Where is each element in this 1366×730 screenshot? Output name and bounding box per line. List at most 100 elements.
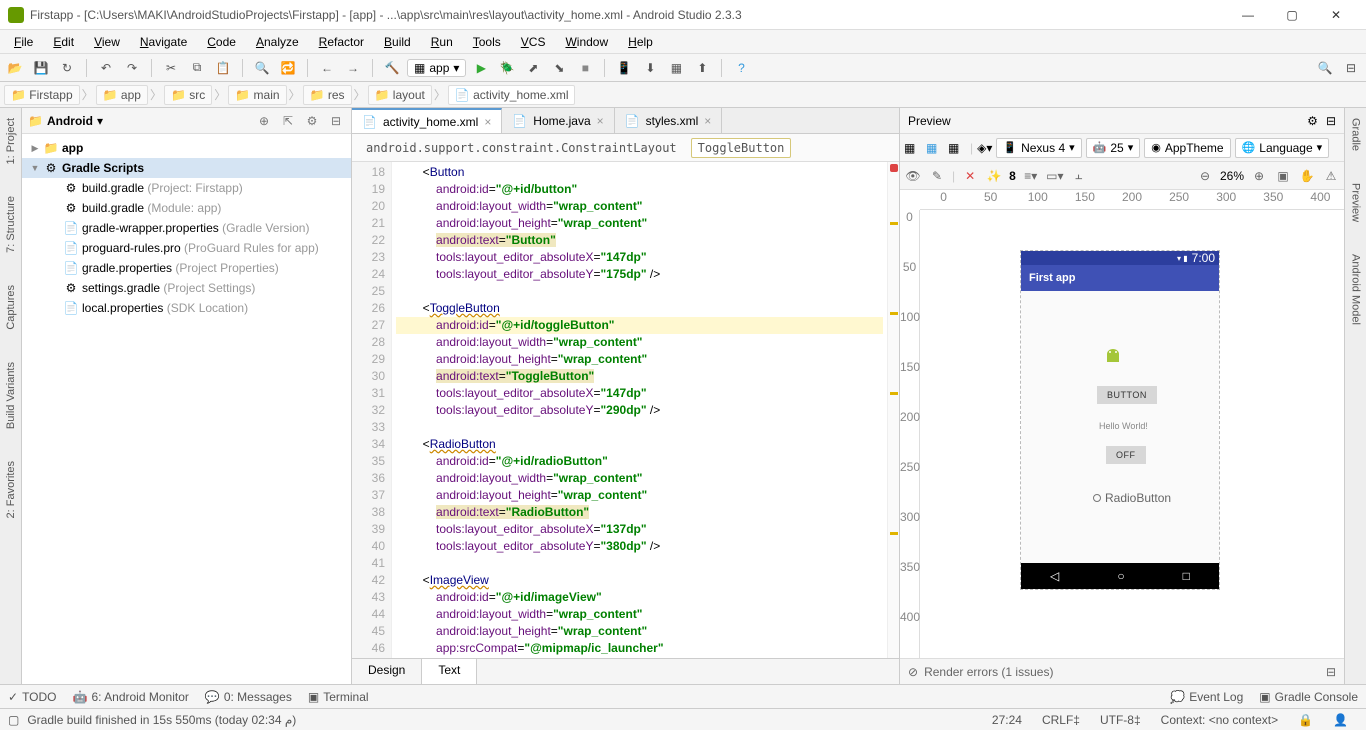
breadcrumb-item[interactable]: 📁 Firstapp [4, 85, 80, 105]
tab-gradle-console[interactable]: ▣ Gradle Console [1259, 690, 1358, 704]
warnings-icon[interactable]: ⚠ [1322, 167, 1340, 185]
menu-file[interactable]: File [4, 32, 43, 52]
both-icon[interactable]: ▦ [948, 141, 966, 155]
tab-terminal[interactable]: ▣ Terminal [308, 690, 369, 704]
tree-item[interactable]: 📄proguard-rules.pro (ProGuard Rules for … [22, 238, 351, 258]
path-segment[interactable]: android.support.constraint.ConstraintLay… [360, 139, 683, 157]
copy-icon[interactable]: ⧉ [186, 57, 208, 79]
back-icon[interactable]: ← [316, 57, 338, 79]
tab-event-log[interactable]: 💭 Event Log [1170, 690, 1243, 704]
tree-item[interactable]: 📄gradle-wrapper.properties (Gradle Versi… [22, 218, 351, 238]
collapse-icon[interactable]: ⊟ [1340, 57, 1362, 79]
menu-vcs[interactable]: VCS [511, 32, 556, 52]
sidetab-buildvariants[interactable]: Build Variants [3, 356, 19, 435]
undo-icon[interactable]: ↶ [95, 57, 117, 79]
zoom-out-icon[interactable]: ⊖ [1196, 167, 1214, 185]
blueprint-icon[interactable]: ▦ [926, 141, 944, 155]
warning-marker[interactable] [890, 312, 898, 315]
breadcrumb-item[interactable]: 📁 src [164, 85, 212, 105]
zoom-in-icon[interactable]: ⊕ [1250, 167, 1268, 185]
language-dropdown[interactable]: 🌐Language▾ [1235, 138, 1330, 158]
attach-icon[interactable]: ⬊ [548, 57, 570, 79]
tab-messages[interactable]: 💬 0: Messages [205, 690, 292, 704]
sync-icon[interactable]: ↻ [56, 57, 78, 79]
redo-icon[interactable]: ↷ [121, 57, 143, 79]
tree-item[interactable]: ⚙build.gradle (Module: app) [22, 198, 351, 218]
tree-item[interactable]: ⚙settings.gradle (Project Settings) [22, 278, 351, 298]
menu-run[interactable]: Run [421, 32, 463, 52]
path-leaf[interactable]: ToggleButton [691, 138, 792, 158]
guideline-icon[interactable]: ⫠ [1070, 167, 1088, 185]
context[interactable]: Context: <no context> [1151, 713, 1288, 727]
tab-text[interactable]: Text [422, 659, 477, 684]
close-button[interactable]: ✕ [1314, 1, 1358, 29]
tab-close-icon[interactable]: × [704, 114, 711, 128]
align-icon[interactable]: ≡▾ [1022, 167, 1040, 185]
encoding[interactable]: UTF-8‡ [1090, 713, 1151, 727]
project-collapse-icon[interactable]: ⇱ [279, 112, 297, 130]
editor-tab[interactable]: 📄Home.java× [502, 108, 614, 133]
menu-view[interactable]: View [84, 32, 130, 52]
api-dropdown[interactable]: 🤖25▾ [1086, 138, 1141, 158]
breadcrumb-item[interactable]: 📁 layout [368, 85, 432, 105]
render-error-text[interactable]: Render errors (1 issues) [924, 665, 1053, 679]
hector-icon[interactable]: 👤 [1323, 713, 1358, 727]
orientation-icon[interactable]: ▦ [904, 141, 922, 155]
profile-icon[interactable]: ⬈ [522, 57, 544, 79]
tab-design[interactable]: Design [352, 659, 422, 684]
tree-item[interactable]: ⚙build.gradle (Project: Firstapp) [22, 178, 351, 198]
error-stripe[interactable] [887, 162, 899, 658]
sidetab-project[interactable]: 1: Project [3, 112, 19, 170]
sidetab-gradle[interactable]: Gradle [1348, 112, 1364, 157]
warning-marker[interactable] [890, 532, 898, 535]
sidetab-preview[interactable]: Preview [1348, 177, 1364, 228]
sidetab-androidmodel[interactable]: Android Model [1348, 248, 1364, 331]
menu-edit[interactable]: Edit [43, 32, 84, 52]
tree-item[interactable]: ▶📁app [22, 138, 351, 158]
menu-tools[interactable]: Tools [463, 32, 511, 52]
project-view-dropdown[interactable]: 📁 Android ▾ [28, 114, 103, 128]
debug-icon[interactable]: 🪲 [496, 57, 518, 79]
replace-icon[interactable]: 🔁 [277, 57, 299, 79]
line-separator[interactable]: CRLF‡ [1032, 713, 1090, 727]
menu-help[interactable]: Help [618, 32, 663, 52]
preview-gear-icon[interactable]: ⚙ [1307, 114, 1318, 128]
pack-icon[interactable]: ▭▾ [1046, 167, 1064, 185]
warning-marker[interactable] [890, 222, 898, 225]
sidetab-structure[interactable]: 7: Structure [3, 190, 19, 259]
code-editor[interactable]: 1819202122232425262728293031323334353637… [352, 162, 899, 658]
maximize-button[interactable]: ▢ [1270, 1, 1314, 29]
sidetab-favorites[interactable]: 2: Favorites [3, 455, 19, 524]
open-icon[interactable]: 📂 [4, 57, 26, 79]
menu-window[interactable]: Window [555, 32, 618, 52]
breadcrumb-item[interactable]: 📁 res [303, 85, 352, 105]
eye-icon[interactable]: 👁 [904, 167, 922, 185]
theme-dropdown[interactable]: ◉AppTheme [1144, 138, 1230, 158]
breadcrumb-item[interactable]: 📄 activity_home.xml [448, 85, 576, 105]
sdk-icon[interactable]: ⬇ [639, 57, 661, 79]
save-icon[interactable]: 💾 [30, 57, 52, 79]
menu-refactor[interactable]: Refactor [309, 32, 374, 52]
tab-todo[interactable]: ✓ TODO [8, 690, 57, 704]
resource-icon[interactable]: ⬆ [691, 57, 713, 79]
stop-icon[interactable]: ■ [574, 57, 596, 79]
forward-icon[interactable]: → [342, 57, 364, 79]
sidetab-captures[interactable]: Captures [3, 279, 19, 336]
magic-icon[interactable]: ✎ [928, 167, 946, 185]
paste-icon[interactable]: 📋 [212, 57, 234, 79]
cut-icon[interactable]: ✂ [160, 57, 182, 79]
tab-android-monitor[interactable]: 🤖 6: Android Monitor [73, 690, 189, 704]
preview-canvas[interactable]: 050100150200250300350400 050100150200250… [900, 190, 1344, 658]
infer-icon[interactable]: ✨ [985, 167, 1003, 185]
project-tree[interactable]: ▶📁app▼⚙Gradle Scripts⚙build.gradle (Proj… [22, 134, 351, 684]
avd-icon[interactable]: 📱 [613, 57, 635, 79]
preview-footer-hide-icon[interactable]: ⊟ [1326, 665, 1336, 679]
device-dropdown[interactable]: 📱Nexus 4▾ [996, 138, 1081, 158]
menu-build[interactable]: Build [374, 32, 421, 52]
tab-close-icon[interactable]: × [484, 115, 491, 129]
layout-icon[interactable]: ▦ [665, 57, 687, 79]
device-preview[interactable]: ▾ ▮ 7:00 First app BUTTON Hello World! O… [1020, 250, 1220, 590]
clear-constraints-icon[interactable]: ✕ [961, 167, 979, 185]
minimize-button[interactable]: — [1226, 1, 1270, 29]
project-scroll-icon[interactable]: ⊕ [255, 112, 273, 130]
